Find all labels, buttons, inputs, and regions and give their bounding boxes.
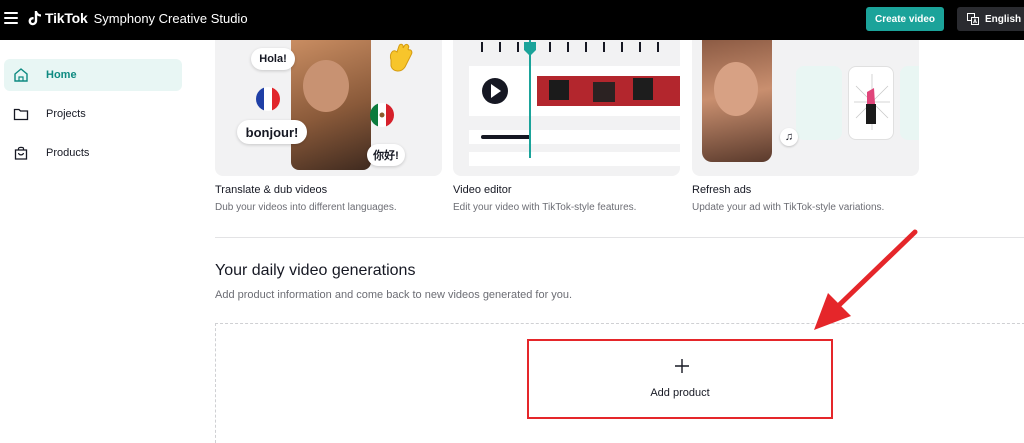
video-editor-thumbnail[interactable] xyxy=(453,40,680,176)
card-title[interactable]: Video editor xyxy=(453,184,512,196)
brand-subtitle: Symphony Creative Studio xyxy=(93,10,248,26)
top-bar: TikTok Symphony Creative Studio Create v… xyxy=(0,0,1024,40)
nihao-bubble: 你好! xyxy=(367,144,405,166)
card-description: Edit your video with TikTok-style featur… xyxy=(453,202,637,213)
lipstick-icon xyxy=(854,74,890,130)
france-flag-icon xyxy=(256,87,280,111)
section-divider xyxy=(215,237,1024,238)
plus-icon xyxy=(675,359,689,373)
language-button[interactable]: English xyxy=(957,7,1024,31)
card-description: Update your ad with TikTok-style variati… xyxy=(692,202,885,213)
daily-generations-description: Add product information and come back to… xyxy=(215,289,573,301)
hamburger-menu-icon[interactable] xyxy=(4,12,18,26)
mexico-flag-icon xyxy=(370,103,394,127)
music-note-icon: ♫ xyxy=(780,128,798,146)
brand-name: TikTok xyxy=(45,10,88,26)
editor-timeline-graphic xyxy=(469,40,680,166)
folder-icon xyxy=(13,108,29,121)
creator-face xyxy=(714,62,758,116)
sidebar: Home Projects Products xyxy=(0,40,190,432)
refresh-ads-thumbnail[interactable]: ♫ xyxy=(692,40,919,176)
sidebar-item-label: Home xyxy=(46,69,77,81)
add-product-label: Add product xyxy=(650,387,710,399)
hola-bubble: Hola! xyxy=(251,48,295,70)
waving-hand-icon xyxy=(390,43,413,72)
sidebar-item-projects[interactable]: Projects xyxy=(4,98,182,130)
language-label: English xyxy=(985,13,1022,25)
variation-image-1 xyxy=(796,66,842,140)
sidebar-item-label: Projects xyxy=(46,108,86,120)
create-video-button[interactable]: Create video xyxy=(866,7,944,31)
brand[interactable]: TikTok Symphony Creative Studio xyxy=(28,10,248,26)
card-title[interactable]: Refresh ads xyxy=(692,184,751,196)
main-content: Hola! bonjour! 你好! Translate & dub video… xyxy=(190,40,1024,443)
shopping-bag-icon xyxy=(14,146,28,160)
translate-icon xyxy=(967,13,979,25)
card-description: Dub your videos into different languages… xyxy=(215,202,397,213)
variation-image-3 xyxy=(900,66,919,140)
home-icon xyxy=(14,68,28,82)
bonjour-bubble: bonjour! xyxy=(237,120,307,144)
presenter-face xyxy=(303,60,349,112)
sidebar-item-label: Products xyxy=(46,147,90,159)
translate-dub-thumbnail[interactable]: Hola! bonjour! 你好! xyxy=(215,40,442,176)
card-title[interactable]: Translate & dub videos xyxy=(215,184,327,196)
add-product-button[interactable]: Add product xyxy=(527,339,833,419)
sidebar-item-home[interactable]: Home xyxy=(4,59,182,91)
tiktok-logo-icon xyxy=(28,11,41,26)
sidebar-item-products[interactable]: Products xyxy=(4,137,182,169)
daily-generations-title: Your daily video generations xyxy=(215,262,416,279)
